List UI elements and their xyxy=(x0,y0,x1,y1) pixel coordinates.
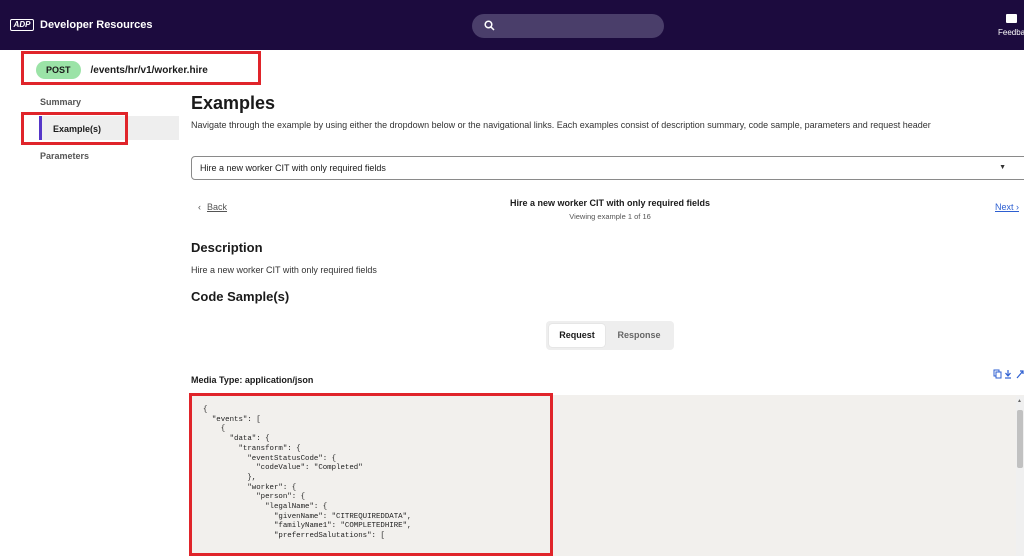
code-scrollbar[interactable]: ▲ xyxy=(1016,396,1024,556)
example-select-value: Hire a new worker CIT with only required… xyxy=(200,163,386,173)
code-samples-heading: Code Sample(s) xyxy=(191,289,290,304)
tab-request[interactable]: Request xyxy=(549,324,605,347)
description-text: Hire a new worker CIT with only required… xyxy=(191,265,377,275)
copy-icon[interactable] xyxy=(993,369,1002,379)
adp-logo[interactable]: ADP xyxy=(10,19,34,31)
feedback-button[interactable]: Feedba xyxy=(998,14,1024,44)
expand-icon[interactable] xyxy=(1016,370,1024,379)
example-counter: Viewing example 1 of 16 xyxy=(569,212,651,221)
tab-response[interactable]: Response xyxy=(608,324,670,347)
sidebar-item-parameters[interactable]: Parameters xyxy=(40,151,89,161)
endpoint-path: /events/hr/v1/worker.hire xyxy=(90,64,208,76)
media-type-label: Media Type: application/json xyxy=(191,375,314,385)
back-link[interactable]: ‹ Back xyxy=(198,202,227,212)
endpoint-bar: POST /events/hr/v1/worker.hire xyxy=(36,59,208,81)
description-heading: Description xyxy=(191,240,263,255)
scrollbar-thumb[interactable] xyxy=(1017,410,1023,468)
page-title: Examples xyxy=(191,93,276,113)
brand-title[interactable]: Developer Resources xyxy=(40,19,153,31)
intro-text: Navigate through the example by using ei… xyxy=(191,120,931,130)
top-bar: ADP Developer Resources Feedba xyxy=(0,0,1024,50)
method-badge: POST xyxy=(36,61,81,79)
scroll-up-icon[interactable]: ▲ xyxy=(1017,398,1022,404)
back-label: Back xyxy=(207,202,228,212)
example-title: Hire a new worker CIT with only required… xyxy=(509,198,711,208)
code-tabs: Request Response xyxy=(546,321,674,350)
highlight-examples xyxy=(21,112,128,145)
highlight-code xyxy=(189,393,553,556)
feedback-label: Feedba xyxy=(998,28,1024,37)
feedback-icon xyxy=(1005,14,1017,23)
example-select[interactable]: Hire a new worker CIT with only required… xyxy=(191,156,1024,180)
search-icon xyxy=(484,20,495,31)
code-toolbar xyxy=(993,369,1024,379)
search-input[interactable] xyxy=(472,14,664,38)
chevron-left-icon: ‹ xyxy=(198,202,201,212)
chevron-down-icon: ▼ xyxy=(999,164,1006,171)
sidebar-item-summary[interactable]: Summary xyxy=(40,97,81,107)
download-icon[interactable] xyxy=(1005,370,1011,379)
next-link[interactable]: Next › xyxy=(995,202,1019,212)
